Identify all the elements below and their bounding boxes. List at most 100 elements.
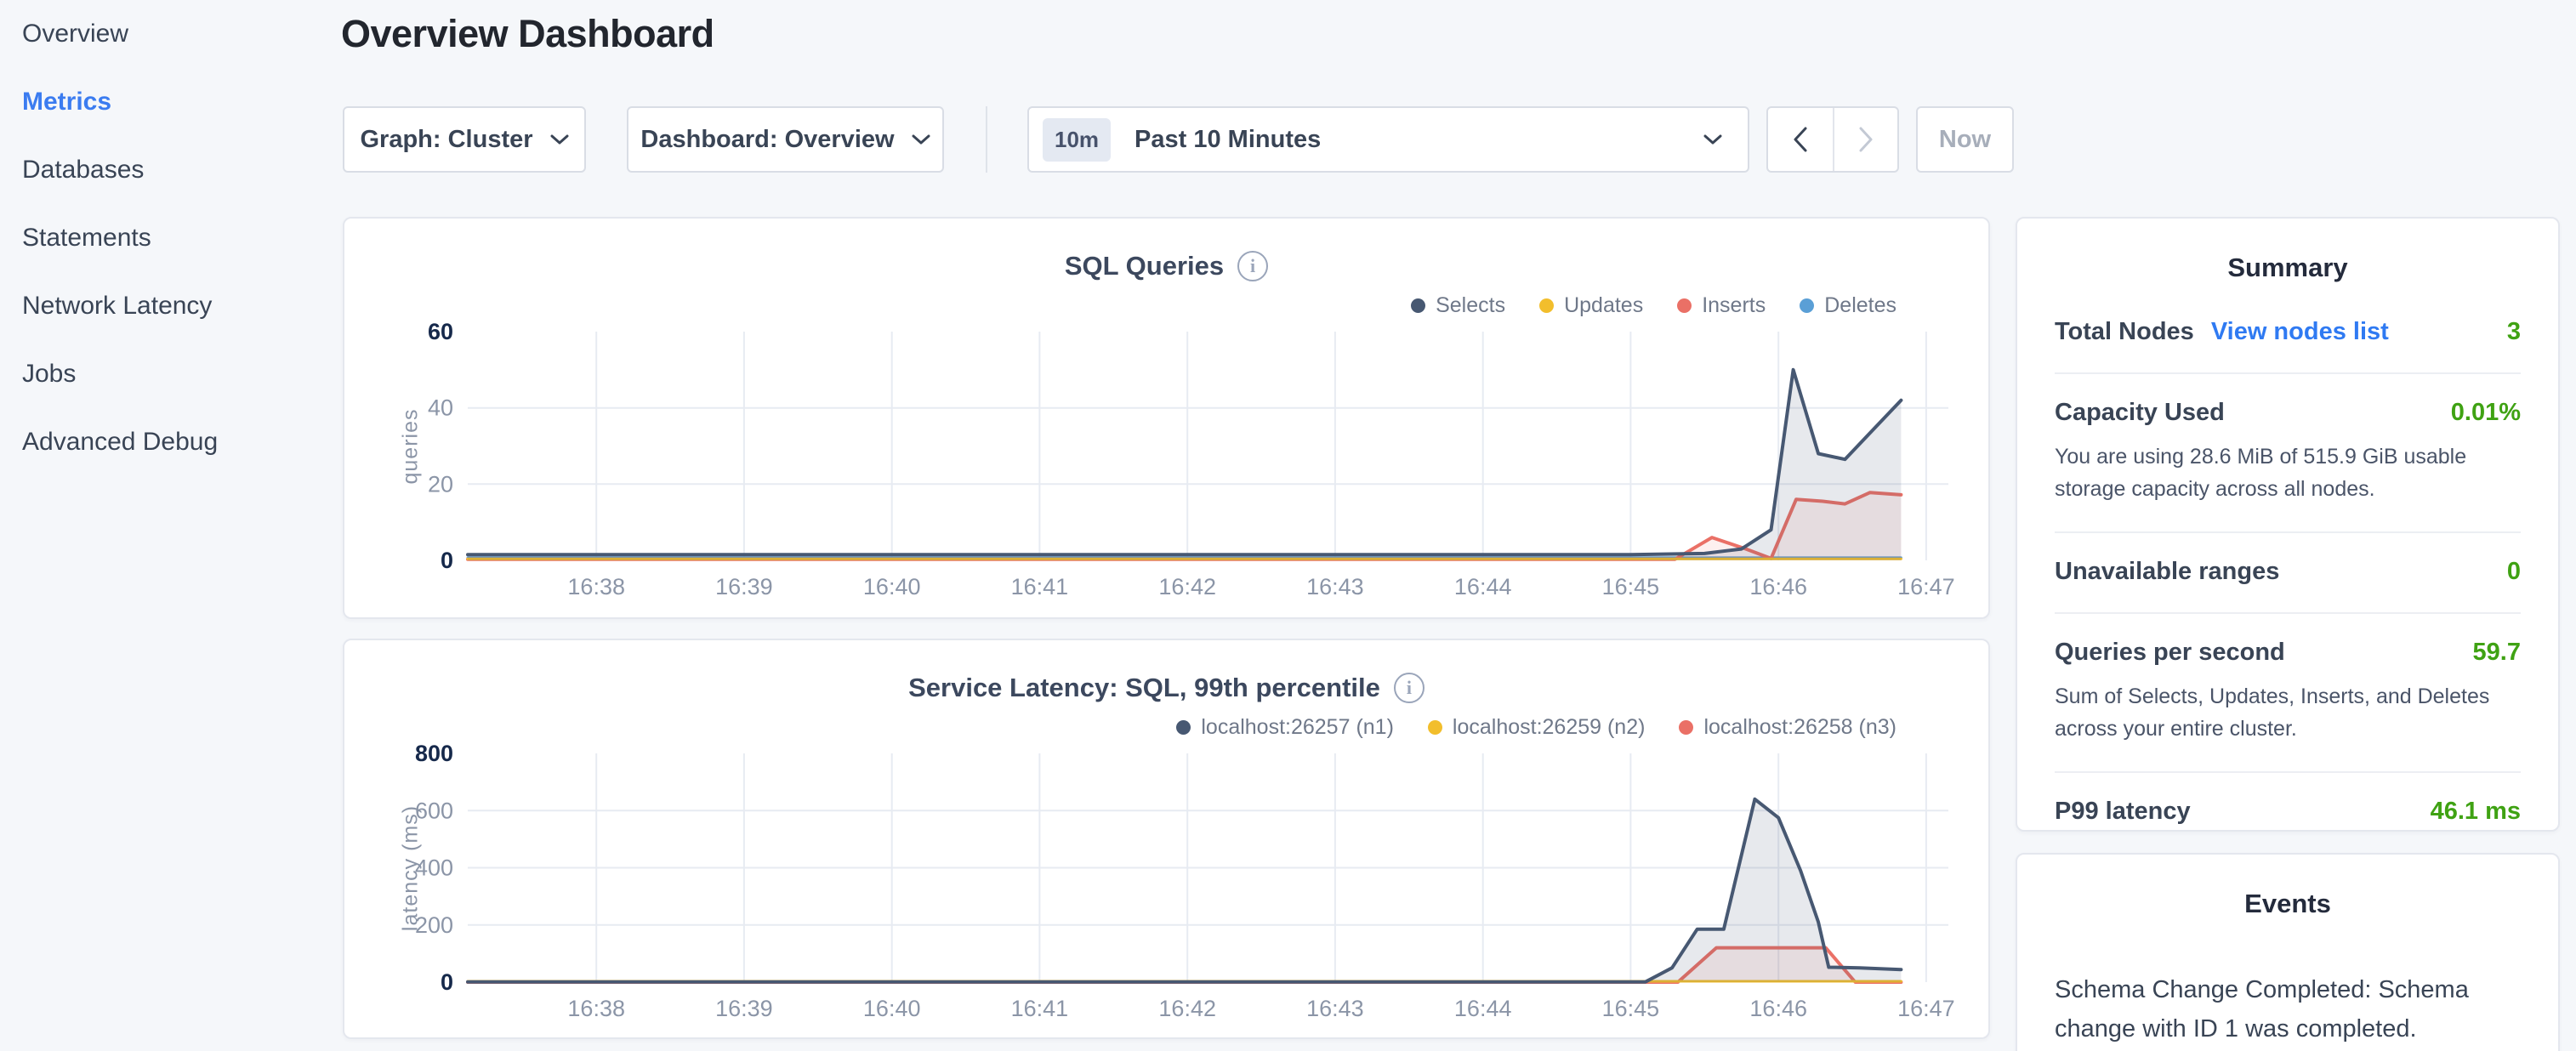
time-range-label: Past 10 Minutes [1134,126,1703,154]
svg-text:16:38: 16:38 [567,574,625,599]
sidebar-item-statements[interactable]: Statements [0,204,340,272]
summary-row-total-nodes: Total Nodes View nodes list 3 [2055,293,2521,374]
summary-row-label: Capacity Used [2055,399,2225,427]
now-button[interactable]: Now [1916,106,2014,173]
svg-text:16:41: 16:41 [1011,996,1069,1021]
svg-text:16:44: 16:44 [1454,574,1512,599]
sidebar-item-metrics[interactable]: Metrics [0,68,340,136]
svg-text:16:43: 16:43 [1306,996,1364,1021]
summary-row-p99-latency: P99 latency 46.1 ms [2055,773,2521,852]
info-icon[interactable]: i [1237,251,1268,281]
summary-row-subtext: You are using 28.6 MiB of 515.9 GiB usab… [2055,440,2521,505]
summary-row-queries-per-second: Queries per second 59.7 Sum of Selects, … [2055,614,2521,773]
chevron-down-icon [550,134,569,145]
sidebar-item-advanced-debug[interactable]: Advanced Debug [0,408,340,476]
sidebar-item-jobs[interactable]: Jobs [0,340,340,408]
legend-label: Selects [1436,293,1505,318]
legend-dot-icon [1679,720,1693,735]
time-step-forward-button[interactable] [1833,108,1897,171]
event-list-item[interactable]: Schema Change Completed: Schema change w… [2017,929,2558,1051]
svg-text:16:46: 16:46 [1749,996,1807,1021]
service-latency-chart-card: Service Latency: SQL, 99th percentile i … [343,639,1990,1039]
svg-text:40: 40 [428,395,453,421]
chevron-down-icon [912,134,930,145]
svg-text:60: 60 [428,319,453,344]
legend-item: Selects [1411,293,1505,318]
svg-text:16:43: 16:43 [1306,574,1364,599]
summary-row-label: P99 latency [2055,798,2191,826]
legend-dot-icon [1428,720,1442,735]
summary-row-label: Unavailable ranges [2055,558,2279,586]
y-axis-unit-label: latency (ms) [399,805,424,931]
summary-row-subtext: Sum of Selects, Updates, Inserts, and De… [2055,680,2521,745]
dashboard-dropdown-label: Dashboard: Overview [640,126,894,154]
y-axis-unit-label: queries [399,409,424,485]
svg-text:16:47: 16:47 [1897,574,1955,599]
chevron-down-icon [1703,134,1722,145]
svg-text:0: 0 [441,969,453,995]
summary-row-value: 0.01% [2451,399,2521,427]
summary-row-capacity-used: Capacity Used 0.01% You are using 28.6 M… [2055,374,2521,533]
sidebar-item-databases[interactable]: Databases [0,136,340,204]
info-icon[interactable]: i [1394,673,1424,703]
svg-text:16:41: 16:41 [1011,574,1069,599]
admin-ui-root: Overview Metrics Databases Statements Ne… [0,0,2576,1051]
legend-item: Deletes [1800,293,1896,318]
svg-text:16:39: 16:39 [715,574,773,599]
svg-text:800: 800 [415,741,453,766]
svg-text:16:46: 16:46 [1749,574,1807,599]
summary-title: Summary [2017,253,2558,283]
svg-text:16:42: 16:42 [1158,996,1216,1021]
summary-row-value: 59.7 [2473,639,2521,667]
summary-row-label: Total Nodes [2055,318,2194,346]
legend-dot-icon [1176,720,1191,735]
svg-text:16:47: 16:47 [1897,996,1955,1021]
chart-legend: localhost:26257 (n1) localhost:26259 (n2)… [1176,715,1896,740]
view-nodes-list-link[interactable]: View nodes list [2211,318,2389,346]
legend-item: Updates [1539,293,1643,318]
chevron-left-icon [1792,126,1809,153]
svg-text:16:39: 16:39 [715,996,773,1021]
svg-text:16:38: 16:38 [567,996,625,1021]
svg-text:16:40: 16:40 [863,996,921,1021]
chart-legend: SelectsUpdatesInsertsDeletes [1411,293,1896,318]
chart-title: Service Latency: SQL, 99th percentile [908,673,1380,703]
time-step-back-button[interactable] [1768,108,1833,171]
legend-label: localhost:26259 (n2) [1453,715,1646,740]
summary-row-value: 0 [2507,558,2521,586]
sidebar: Overview Metrics Databases Statements Ne… [0,0,340,1051]
legend-label: Updates [1564,293,1643,318]
svg-text:16:45: 16:45 [1602,574,1660,599]
legend-dot-icon [1539,298,1554,313]
svg-text:16:40: 16:40 [863,574,921,599]
sidebar-item-overview[interactable]: Overview [0,0,340,68]
legend-label: localhost:26258 (n3) [1703,715,1896,740]
summary-row-value: 3 [2507,318,2521,346]
legend-dot-icon [1677,298,1692,313]
legend-item: localhost:26259 (n2) [1428,715,1646,740]
chevron-right-icon [1857,126,1874,153]
page-title: Overview Dashboard [341,12,714,56]
time-step-buttons [1766,106,1899,173]
legend-item: localhost:26258 (n3) [1679,715,1896,740]
time-range-selector[interactable]: 10m Past 10 Minutes [1027,106,1749,173]
legend-dot-icon [1411,298,1425,313]
summary-row-unavailable-ranges: Unavailable ranges 0 [2055,533,2521,614]
toolbar-divider [986,106,987,173]
dashboard-dropdown[interactable]: Dashboard: Overview [627,106,944,173]
graph-scope-dropdown[interactable]: Graph: Cluster [343,106,586,173]
event-text: Schema Change Completed: Schema change w… [2055,970,2521,1048]
legend-label: Deletes [1824,293,1896,318]
graph-scope-dropdown-label: Graph: Cluster [360,126,532,154]
svg-text:0: 0 [441,548,453,573]
summary-row-value: 46.1 ms [2431,798,2521,826]
legend-item: localhost:26257 (n1) [1176,715,1394,740]
summary-panel: Summary Total Nodes View nodes list 3 Ca… [2016,217,2560,832]
chart-title: SQL Queries [1065,251,1224,281]
svg-text:20: 20 [428,471,453,497]
legend-dot-icon [1800,298,1814,313]
sidebar-item-network-latency[interactable]: Network Latency [0,272,340,340]
svg-text:16:45: 16:45 [1602,996,1660,1021]
time-range-badge: 10m [1043,118,1111,162]
svg-text:16:42: 16:42 [1158,574,1216,599]
